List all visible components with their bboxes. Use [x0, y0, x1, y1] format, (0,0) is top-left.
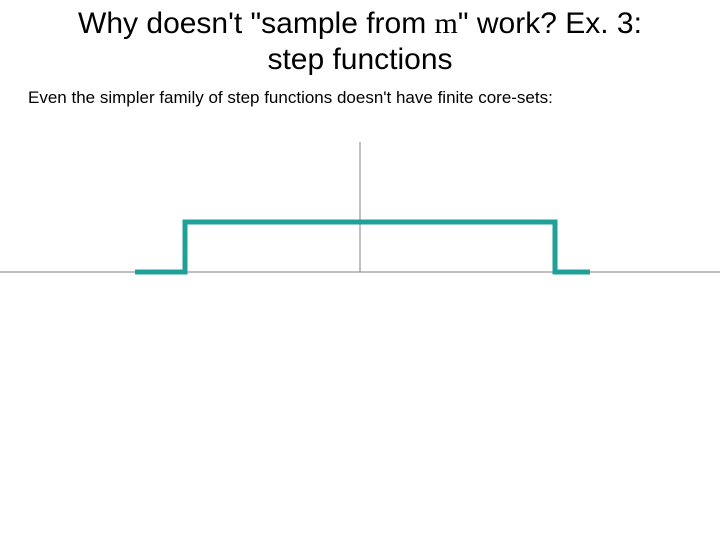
title-mu: m [435, 7, 458, 40]
slide: Why doesn't "sample from m" work? Ex. 3:… [0, 0, 720, 540]
body-text: Even the simpler family of step function… [0, 78, 720, 108]
title-prefix: Why doesn't "sample from [78, 7, 435, 40]
step-function-chart [0, 142, 720, 312]
chart-area [0, 142, 720, 312]
title-suffix: " work? Ex. 3: [458, 7, 642, 40]
slide-title: Why doesn't "sample from m" work? Ex. 3:… [0, 0, 720, 78]
step-function-line [135, 222, 590, 272]
title-line2: step functions [267, 43, 452, 76]
